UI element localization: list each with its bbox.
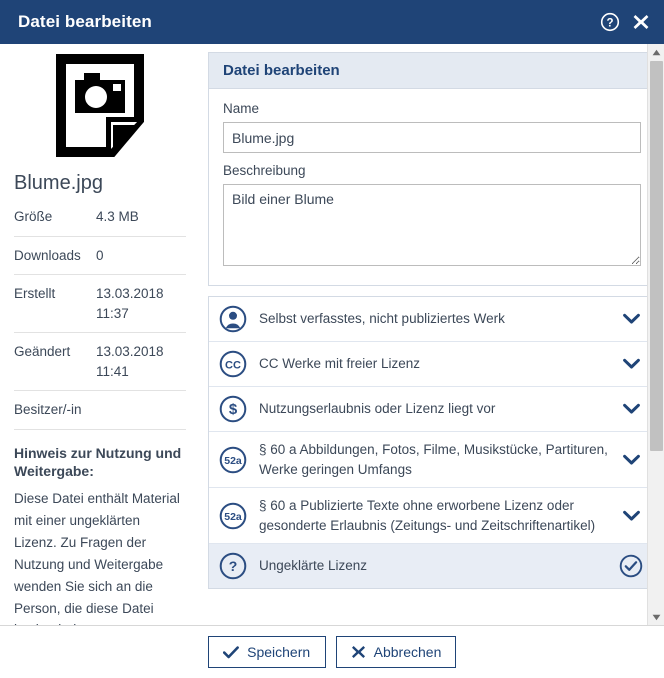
license-option-label: § 60 a Abbildungen, Fotos, Filme, Musiks… xyxy=(259,442,608,477)
sidebar-divider xyxy=(14,428,186,430)
check-icon xyxy=(223,645,240,659)
paragraph-52a-icon: 52a xyxy=(219,502,253,530)
description-field-label: Beschreibung xyxy=(223,163,306,178)
chevron-down-icon[interactable] xyxy=(619,403,643,415)
license-option-60a-texts[interactable]: 52a § 60 a Publizierte Texte ohne erworb… xyxy=(209,488,655,545)
file-meta-row-downloads: Downloads 0 xyxy=(14,235,186,275)
panel-body: Name Beschreibung xyxy=(209,89,655,285)
cancel-button-label: Abbrechen xyxy=(373,644,442,660)
svg-text:?: ? xyxy=(606,17,613,29)
image-file-icon xyxy=(56,54,144,162)
cancel-button[interactable]: Abbrechen xyxy=(335,636,457,668)
chevron-down-icon[interactable] xyxy=(619,313,643,325)
triangle-up-icon[interactable] xyxy=(648,44,664,60)
meta-value: 13.03.2018 11:41 xyxy=(96,344,164,379)
usage-notice-text: Diese Datei enthält Material mit einer u… xyxy=(14,491,180,625)
question-circle-icon[interactable]: ? xyxy=(600,12,620,32)
license-option-cc-free[interactable]: CC CC Werke mit freier Lizenz xyxy=(209,342,655,387)
license-option-label: Selbst verfasstes, nicht publiziertes We… xyxy=(259,311,505,327)
chevron-down-icon[interactable] xyxy=(619,454,643,466)
svg-text:$: $ xyxy=(229,401,238,418)
paragraph-52a-icon: 52a xyxy=(219,446,253,474)
close-icon xyxy=(351,645,366,659)
edit-form-area: Datei bearbeiten Name Beschreibung xyxy=(200,44,664,625)
dialog-titlebar: Datei bearbeiten ? xyxy=(0,0,664,44)
meta-key: Geändert xyxy=(14,344,71,360)
license-option-label: CC Werke mit freier Lizenz xyxy=(259,356,421,372)
description-textarea[interactable] xyxy=(223,184,641,266)
usage-notice-title: Hinweis zur Nutzung und Weitergabe: xyxy=(14,444,182,480)
triangle-down-icon[interactable] xyxy=(648,609,664,625)
meta-value: 13.03.2018 11:37 xyxy=(96,286,164,321)
edit-file-panel: Datei bearbeiten Name Beschreibung xyxy=(208,52,656,286)
svg-text:CC: CC xyxy=(225,359,241,371)
license-option-self-authored[interactable]: Selbst verfasstes, nicht publiziertes We… xyxy=(209,297,655,342)
question-circle-icon: ? xyxy=(219,552,253,580)
license-option-60a-images[interactable]: 52a § 60 a Abbildungen, Fotos, Filme, Mu… xyxy=(209,432,655,489)
file-icon-wrapper xyxy=(14,52,186,168)
file-meta-row-size: Größe 4.3 MB xyxy=(14,205,186,236)
file-meta-row-modified: Geändert 13.03.2018 11:41 xyxy=(14,332,186,390)
panel-title: Datei bearbeiten xyxy=(209,53,655,89)
file-meta-row-owner: Besitzer/-in xyxy=(14,390,186,429)
check-circle-icon[interactable] xyxy=(619,554,643,578)
save-button[interactable]: Speichern xyxy=(207,636,326,668)
meta-key: Größe xyxy=(14,209,53,224)
name-field-label: Name xyxy=(223,101,260,116)
license-option-label: Ungeklärte Lizenz xyxy=(259,558,368,574)
person-circle-icon xyxy=(219,305,253,333)
titlebar-actions: ? xyxy=(600,12,650,32)
license-option-permission[interactable]: $ Nutzungserlaubnis oder Lizenz liegt vo… xyxy=(209,387,655,432)
main-scrollbar[interactable] xyxy=(647,44,664,625)
save-button-label: Speichern xyxy=(247,644,311,660)
name-input[interactable] xyxy=(223,122,641,153)
file-meta-row-created: Erstellt 13.03.2018 11:37 xyxy=(14,274,186,332)
meta-key: Downloads xyxy=(14,247,81,263)
svg-text:52a: 52a xyxy=(224,455,242,467)
edit-file-dialog: Datei bearbeiten ? Blume.jpg Größe 4.3 M… xyxy=(0,0,664,678)
scrollbar-thumb[interactable] xyxy=(650,61,663,451)
meta-key: Erstellt xyxy=(14,286,56,302)
license-option-label: Nutzungserlaubnis oder Lizenz liegt vor xyxy=(259,401,496,417)
license-options-list: Selbst verfasstes, nicht publiziertes We… xyxy=(208,296,656,590)
license-option-label: § 60 a Publizierte Texte ohne erworbene … xyxy=(259,498,596,533)
file-name-heading: Blume.jpg xyxy=(14,172,103,194)
svg-text:?: ? xyxy=(229,558,238,574)
dollar-circle-icon: $ xyxy=(219,395,253,423)
meta-value xyxy=(96,400,186,420)
meta-value: 0 xyxy=(96,247,104,263)
file-meta-table: Größe 4.3 MB Downloads 0 Erstellt 13.03.… xyxy=(14,205,186,429)
dialog-footer: Speichern Abbrechen xyxy=(0,626,664,678)
dialog-title: Datei bearbeiten xyxy=(18,12,152,31)
svg-text:52a: 52a xyxy=(224,511,242,523)
meta-value: 4.3 MB xyxy=(96,209,139,224)
file-info-sidebar: Blume.jpg Größe 4.3 MB Downloads 0 Erste… xyxy=(0,44,200,625)
license-option-unclear[interactable]: ? Ungeklärte Lizenz xyxy=(209,544,655,589)
dialog-body: Blume.jpg Größe 4.3 MB Downloads 0 Erste… xyxy=(0,44,664,626)
close-icon[interactable] xyxy=(632,13,650,31)
chevron-down-icon[interactable] xyxy=(619,358,643,370)
creative-commons-icon: CC xyxy=(219,350,253,378)
chevron-down-icon[interactable] xyxy=(619,510,643,522)
meta-key: Besitzer/-in xyxy=(14,402,82,418)
